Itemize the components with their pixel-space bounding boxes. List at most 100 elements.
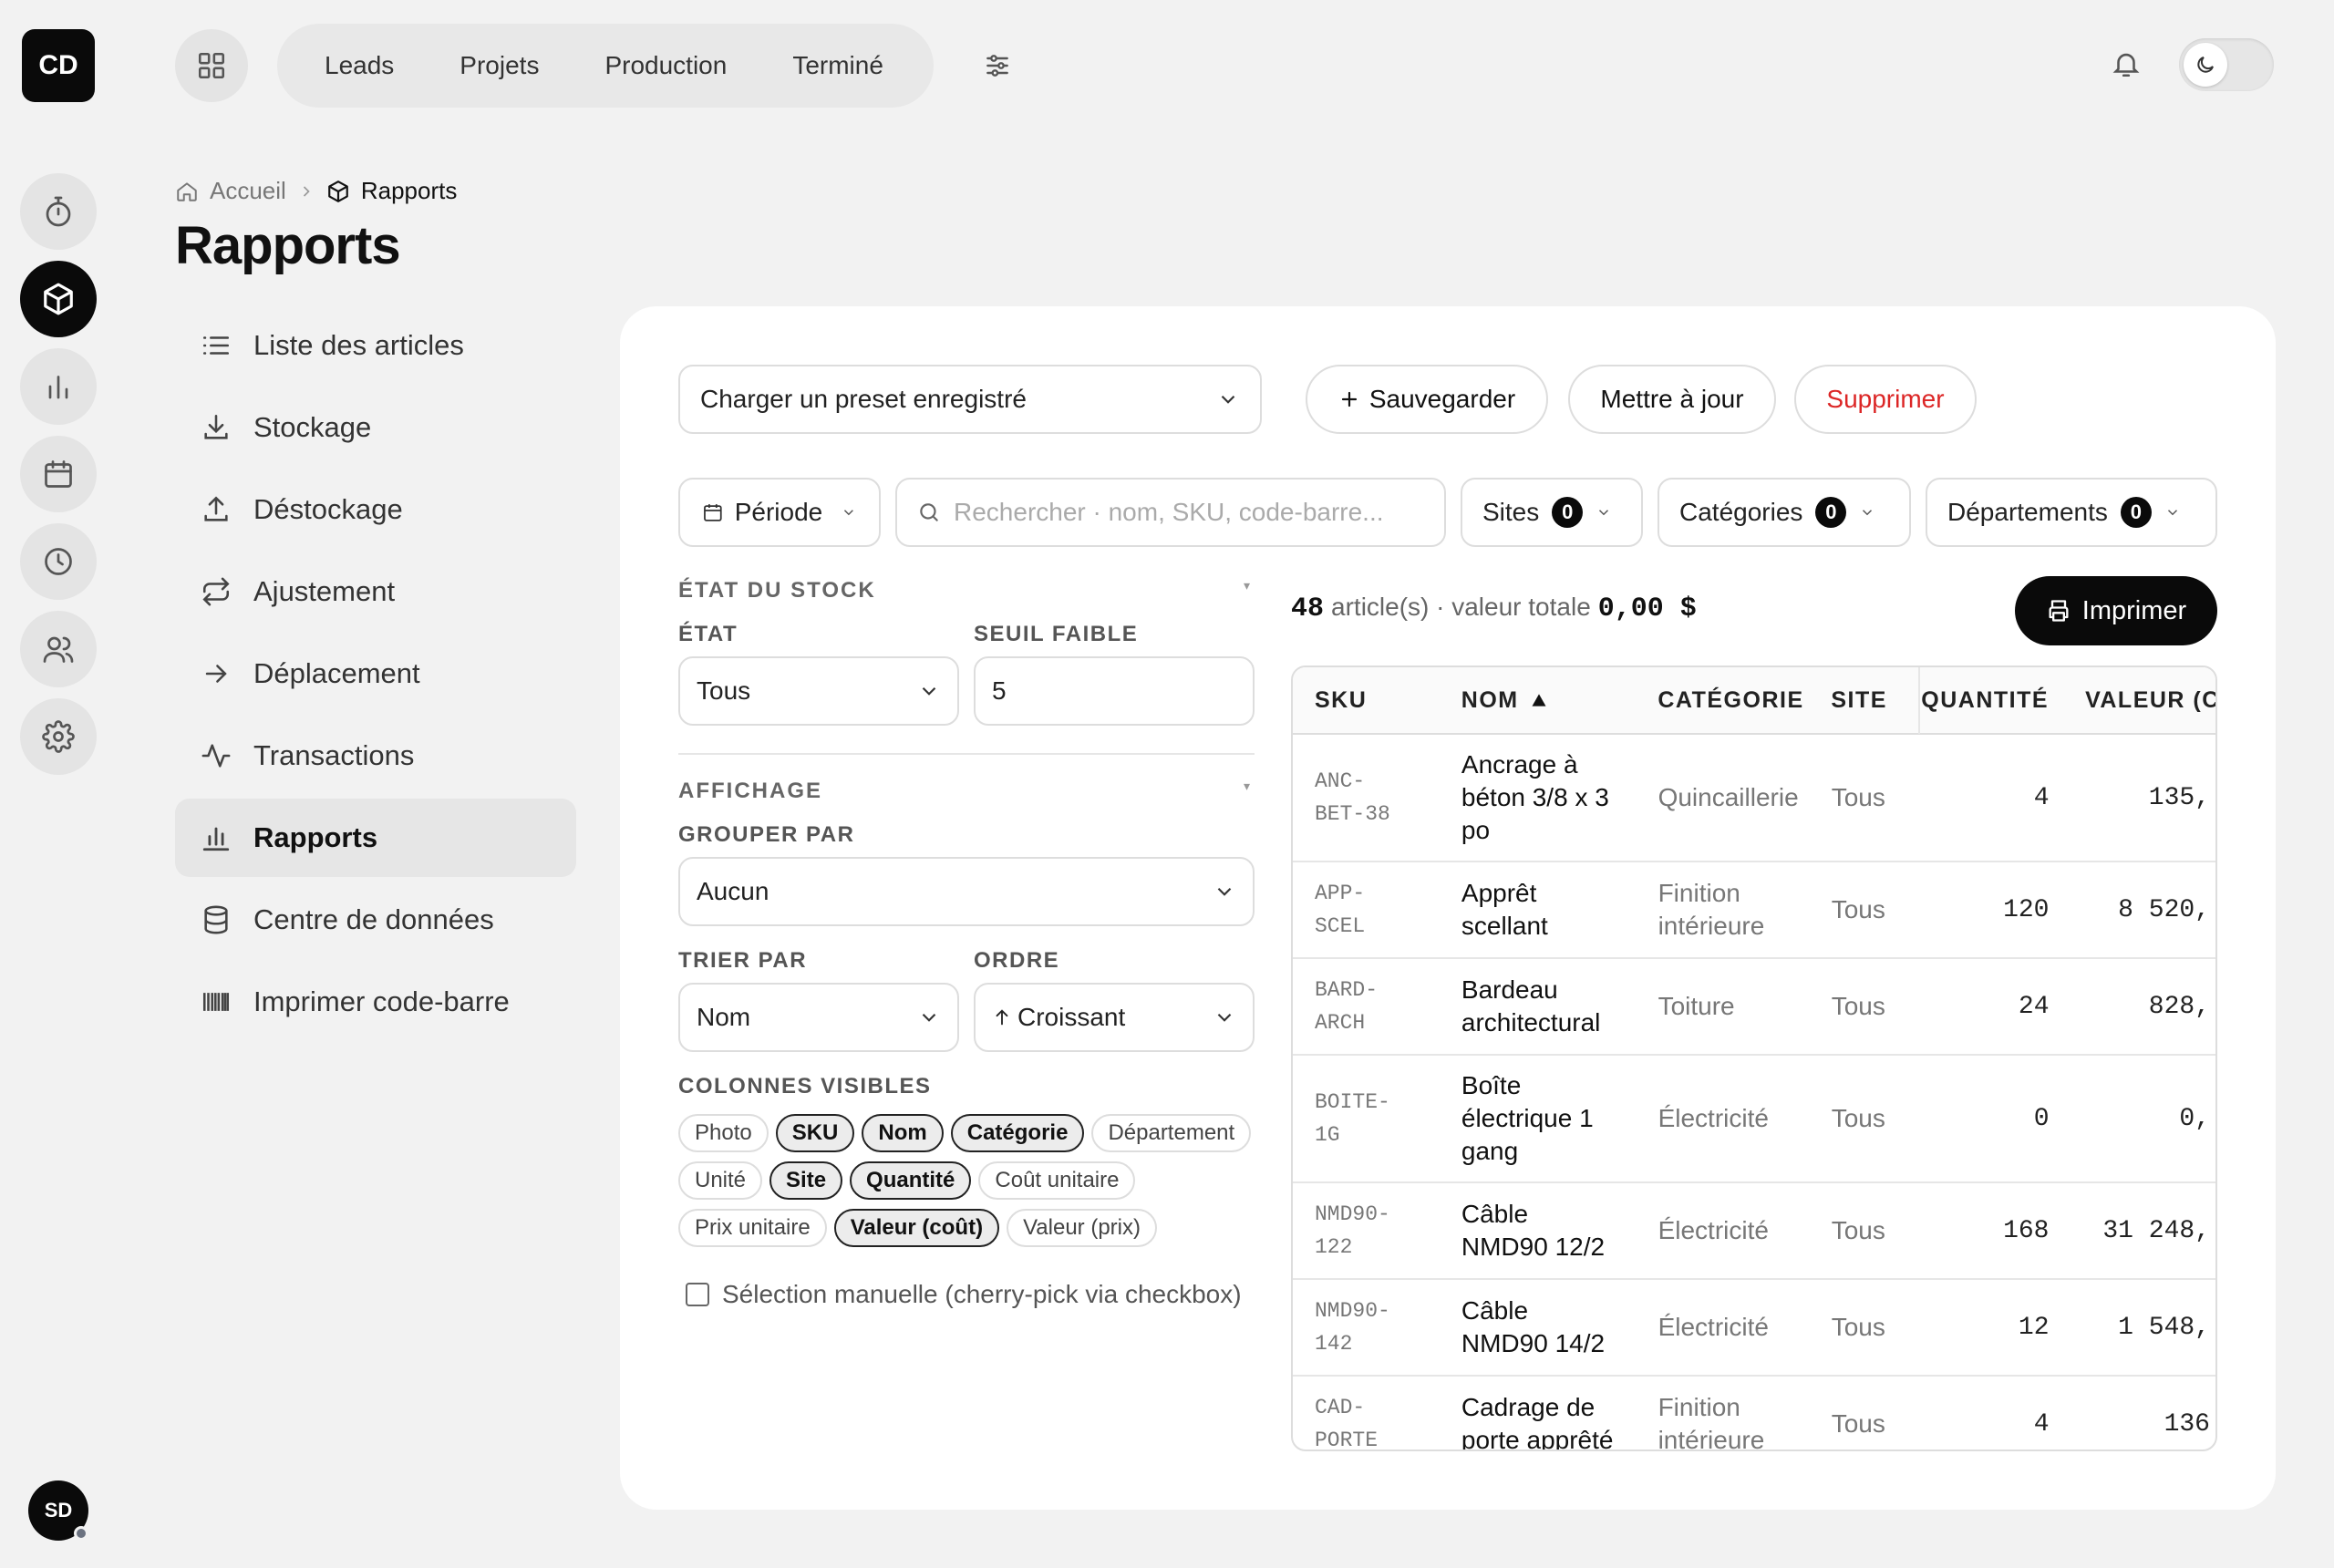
cell-name: Câble NMD90 12/2 (1461, 1200, 1606, 1261)
order-label: ORDRE (974, 948, 1060, 973)
rail-calendar-button[interactable] (20, 436, 97, 512)
column-chip-sku[interactable]: SKU (775, 1114, 855, 1152)
rail-inventory-button[interactable] (20, 261, 97, 337)
column-chip-valeur-cout[interactable]: Valeur (coût) (833, 1209, 1000, 1247)
column-header-nom[interactable]: NOM (1445, 687, 1642, 714)
arrow-up-icon (996, 1009, 1008, 1026)
main-rail (20, 173, 97, 775)
column-header-categorie[interactable]: CATÉGORIE (1641, 687, 1820, 714)
save-button[interactable]: Sauvegarder (1306, 365, 1548, 434)
period-filter[interactable]: Période (678, 478, 881, 547)
visible-columns-label: COLONNES VISIBLES (678, 1074, 932, 1099)
menu-item-ajustement[interactable]: Ajustement (175, 552, 576, 631)
sites-filter[interactable]: Sites 0 (1461, 478, 1643, 547)
menu-item-imprimer-code-barre[interactable]: Imprimer code-barre (175, 963, 576, 1041)
table-row[interactable]: ANC- BET-38 Ancrage à béton 3/8 x 3 po Quinca… (1293, 735, 2215, 862)
manual-selection-option[interactable]: Sélection manuelle (cherry-pick via chec… (686, 1280, 1242, 1309)
column-chip-quantite[interactable]: Quantité (850, 1161, 972, 1200)
search-input[interactable]: Rechercher · nom, SKU, code-barre... (895, 478, 1446, 547)
column-chip-site[interactable]: Site (769, 1161, 843, 1200)
column-header-quantite[interactable]: QUANTITÉ (1920, 687, 2063, 714)
manual-selection-checkbox[interactable] (686, 1283, 709, 1306)
preset-select[interactable]: Charger un preset enregistré (678, 365, 1262, 434)
table-row[interactable]: NMD90- 122 Câble NMD90 12/2 Électricité Tous 1… (1293, 1183, 2215, 1280)
chevron-down-icon (1599, 510, 1609, 516)
print-button[interactable]: Imprimer (2015, 576, 2217, 645)
threshold-input[interactable]: 5 (974, 656, 1255, 726)
column-chip-categorie[interactable]: Catégorie (950, 1114, 1085, 1152)
section-divider (678, 753, 1255, 755)
rail-stats-button[interactable] (20, 348, 97, 425)
column-header-valeur[interactable]: VALEUR (C (2063, 687, 2215, 714)
menu-item-centre-donnees[interactable]: Centre de données (175, 881, 576, 959)
notifications-button[interactable] (2104, 42, 2148, 86)
column-chip-nom[interactable]: Nom (862, 1114, 944, 1152)
display-collapse-icon[interactable]: ▾ (1244, 779, 1250, 794)
menu-item-stockage[interactable]: Stockage (175, 388, 576, 467)
moon-icon (2197, 57, 2214, 73)
breadcrumb-home[interactable]: Accueil (210, 177, 286, 205)
menu-item-transactions[interactable]: Transactions (175, 717, 576, 795)
state-select[interactable]: Tous (678, 656, 959, 726)
column-chip-unite[interactable]: Unité (678, 1161, 763, 1200)
grid-icon (198, 52, 225, 79)
workspace-initials: CD (38, 50, 78, 80)
chevron-down-icon (1863, 510, 1873, 516)
menu-item-rapports[interactable]: Rapports (175, 799, 576, 877)
table-row[interactable]: CAD- PORTE Cadrage de porte apprêté Finition… (1293, 1377, 2215, 1449)
rail-settings-button[interactable] (20, 698, 97, 775)
column-chip-departement[interactable]: Département (1091, 1114, 1252, 1152)
update-button[interactable]: Mettre à jour (1568, 365, 1776, 434)
table-row[interactable]: BARD- ARCH Bardeau architectural Toiture Tous… (1293, 959, 2215, 1056)
nav-tab-leads[interactable]: Leads (292, 51, 427, 80)
cell-sku: BARD- ARCH (1315, 978, 1379, 1035)
rail-timer-button[interactable] (20, 173, 97, 250)
table-row[interactable]: APP- SCEL Apprêt scellant Finition intérieure… (1293, 862, 2215, 959)
menu-item-deplacement[interactable]: Déplacement (175, 634, 576, 713)
column-chip-photo[interactable]: Photo (678, 1114, 769, 1152)
column-chip-prix-unitaire[interactable]: Prix unitaire (678, 1209, 827, 1247)
order-value: Croissant (1017, 1003, 1126, 1031)
chevron-down-icon (922, 1013, 936, 1022)
theme-toggle[interactable] (2179, 38, 2274, 91)
article-count: 48 (1291, 593, 1325, 624)
cell-category: Électricité (1658, 1104, 1769, 1132)
table-row[interactable]: BOITE- 1G Boîte électrique 1 gang Électricité… (1293, 1056, 2215, 1183)
cell-site: Tous (1831, 1104, 1885, 1132)
workspace-logo[interactable]: CD (22, 29, 95, 102)
rail-history-button[interactable] (20, 523, 97, 600)
state-label: ÉTAT (678, 622, 738, 646)
table-row[interactable]: NMD90- 142 Câble NMD90 14/2 Électricité Tous 1… (1293, 1280, 2215, 1377)
gear-icon (42, 720, 75, 753)
nav-tab-production[interactable]: Production (572, 51, 759, 80)
stock-state-collapse-icon[interactable]: ▾ (1244, 578, 1250, 593)
save-button-label: Sauvegarder (1368, 385, 1516, 413)
group-by-select[interactable]: Aucun (678, 857, 1255, 926)
chevron-down-icon (1217, 1013, 1232, 1022)
menu-item-destockage[interactable]: Déstockage (175, 470, 576, 549)
order-select[interactable]: Croissant (974, 983, 1255, 1052)
departments-filter[interactable]: Départements 0 (1926, 478, 2217, 547)
column-chip-cout-unitaire[interactable]: Coût unitaire (978, 1161, 1136, 1200)
column-chip-valeur-prix[interactable]: Valeur (prix) (1007, 1209, 1157, 1247)
nav-tab-termine[interactable]: Terminé (759, 51, 916, 80)
nav-tab-projets[interactable]: Projets (427, 51, 572, 80)
table-body: ANC- BET-38 Ancrage à béton 3/8 x 3 po Quinca… (1293, 735, 2215, 1449)
user-avatar[interactable]: SD (28, 1480, 88, 1541)
departments-filter-label: Départements (1947, 498, 2108, 526)
apps-grid-button[interactable] (175, 29, 248, 102)
delete-button[interactable]: Supprimer (1794, 365, 1977, 434)
report-summary: 48 article(s) · valeur totale 0,00 $ (1291, 593, 1697, 624)
menu-item-label: Transactions (253, 739, 415, 771)
categories-filter[interactable]: Catégories 0 (1658, 478, 1911, 547)
box-icon (44, 283, 73, 315)
sort-by-select[interactable]: Nom (678, 983, 959, 1052)
theme-toggle-knob (2184, 43, 2227, 87)
rail-users-button[interactable] (20, 611, 97, 687)
nav-settings-button[interactable] (976, 46, 1019, 86)
column-header-sku[interactable]: SKU (1293, 684, 1445, 717)
column-header-site[interactable]: SITE (1820, 667, 1921, 734)
menu-item-liste-articles[interactable]: Liste des articles (175, 306, 576, 385)
sort-by-value: Nom (697, 1003, 751, 1031)
user-initials: SD (44, 1499, 73, 1522)
